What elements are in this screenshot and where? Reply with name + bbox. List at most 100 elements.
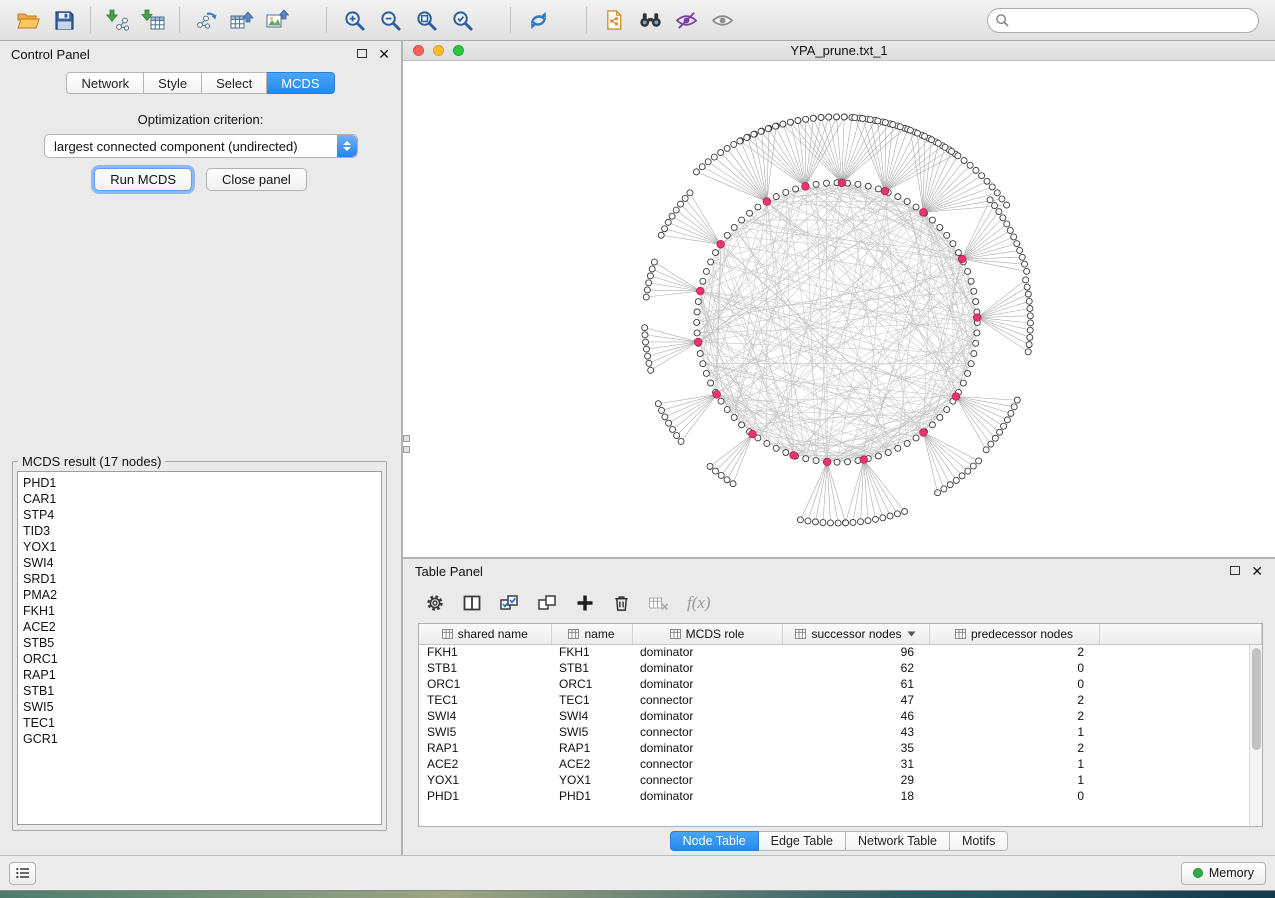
table-cell[interactable]: 43 — [782, 724, 929, 740]
table-cell[interactable]: SWI4 — [551, 708, 632, 724]
column-header-mcds-role[interactable]: MCDS role — [632, 624, 782, 644]
table-cell[interactable]: TEC1 — [419, 692, 551, 708]
table-row[interactable]: TEC1TEC1connector472 — [419, 692, 1262, 708]
float-panel-icon[interactable] — [1230, 562, 1240, 580]
search-network-icon[interactable] — [632, 4, 668, 36]
table-cell[interactable]: dominator — [632, 740, 782, 756]
list-item[interactable]: GCR1 — [23, 731, 381, 747]
export-table-icon[interactable] — [224, 4, 260, 36]
column-header-name[interactable]: name — [551, 624, 632, 644]
table-cell[interactable]: STB1 — [551, 660, 632, 676]
list-item[interactable]: PHD1 — [23, 475, 381, 491]
table-cell[interactable]: STB1 — [419, 660, 551, 676]
table-cell[interactable]: 31 — [782, 756, 929, 772]
list-item[interactable]: SWI5 — [23, 699, 381, 715]
export-image-icon[interactable] — [260, 4, 296, 36]
tab-motifs[interactable]: Motifs — [950, 831, 1008, 851]
show-columns-icon[interactable] — [462, 593, 482, 613]
table-cell[interactable]: FKH1 — [419, 644, 551, 660]
table-cell[interactable]: 18 — [782, 788, 929, 804]
table-row[interactable]: ORC1ORC1dominator610 — [419, 676, 1262, 692]
table-cell[interactable]: 47 — [782, 692, 929, 708]
close-panel-icon[interactable]: ✕ — [378, 49, 390, 59]
refresh-icon[interactable] — [520, 4, 556, 36]
table-cell[interactable] — [1099, 676, 1262, 692]
table-cell[interactable]: 29 — [782, 772, 929, 788]
select-all-icon[interactable] — [499, 593, 520, 613]
table-cell[interactable]: dominator — [632, 788, 782, 804]
list-item[interactable]: CAR1 — [23, 491, 381, 507]
status-menu-button[interactable] — [9, 862, 36, 885]
delete-row-icon[interactable] — [612, 593, 631, 613]
list-item[interactable]: RAP1 — [23, 667, 381, 683]
table-cell[interactable] — [1099, 692, 1262, 708]
list-item[interactable]: FKH1 — [23, 603, 381, 619]
table-cell[interactable] — [1099, 660, 1262, 676]
table-row[interactable]: RAP1RAP1dominator352 — [419, 740, 1262, 756]
table-cell[interactable]: 1 — [929, 772, 1099, 788]
table-cell[interactable]: YOX1 — [551, 772, 632, 788]
table-cell[interactable]: 35 — [782, 740, 929, 756]
table-cell[interactable]: 61 — [782, 676, 929, 692]
zoom-out-icon[interactable] — [372, 4, 408, 36]
table-cell[interactable] — [1099, 708, 1262, 724]
table-cell[interactable]: ACE2 — [419, 756, 551, 772]
list-item[interactable]: ACE2 — [23, 619, 381, 635]
search-input[interactable] — [987, 8, 1259, 33]
close-panel-button[interactable]: Close panel — [206, 168, 307, 191]
list-item[interactable]: SWI4 — [23, 555, 381, 571]
table-cell[interactable] — [1099, 644, 1262, 660]
table-cell[interactable]: RAP1 — [419, 740, 551, 756]
table-scrollbar-thumb[interactable] — [1252, 648, 1261, 750]
list-item[interactable]: TID3 — [23, 523, 381, 539]
splitter-grip[interactable] — [403, 435, 411, 457]
list-item[interactable]: YOX1 — [23, 539, 381, 555]
table-cell[interactable]: ACE2 — [551, 756, 632, 772]
table-cell[interactable]: RAP1 — [551, 740, 632, 756]
table-cell[interactable]: 46 — [782, 708, 929, 724]
tab-select[interactable]: Select — [202, 72, 267, 94]
table-cell[interactable] — [1099, 724, 1262, 740]
hide-selected-icon[interactable] — [668, 4, 704, 36]
network-canvas[interactable] — [403, 61, 1275, 557]
table-cell[interactable]: dominator — [632, 644, 782, 660]
table-cell[interactable]: connector — [632, 772, 782, 788]
table-cell[interactable]: 0 — [929, 676, 1099, 692]
table-cell[interactable]: YOX1 — [419, 772, 551, 788]
list-item[interactable]: STP4 — [23, 507, 381, 523]
table-cell[interactable]: PHD1 — [551, 788, 632, 804]
network-canvas-svg[interactable] — [403, 61, 1275, 557]
table-cell[interactable]: ORC1 — [419, 676, 551, 692]
table-cell[interactable]: connector — [632, 724, 782, 740]
import-table-icon[interactable] — [135, 4, 171, 36]
tab-style[interactable]: Style — [144, 72, 202, 94]
table-scrollbar[interactable] — [1249, 645, 1262, 826]
table-cell[interactable]: dominator — [632, 676, 782, 692]
table-cell[interactable]: 96 — [782, 644, 929, 660]
export-network-icon[interactable] — [188, 4, 224, 36]
float-panel-icon[interactable] — [357, 45, 367, 63]
table-settings-icon[interactable] — [425, 593, 445, 613]
table-row[interactable]: SWI4SWI4dominator462 — [419, 708, 1262, 724]
table-cell[interactable]: TEC1 — [551, 692, 632, 708]
table-row[interactable]: SWI5SWI5connector431 — [419, 724, 1262, 740]
table-cell[interactable]: SWI5 — [419, 724, 551, 740]
table-cell[interactable]: ORC1 — [551, 676, 632, 692]
table-cell[interactable]: 2 — [929, 708, 1099, 724]
table-cell[interactable]: FKH1 — [551, 644, 632, 660]
import-network-icon[interactable] — [99, 4, 135, 36]
table-cell[interactable] — [1099, 772, 1262, 788]
table-cell[interactable]: 1 — [929, 756, 1099, 772]
memory-button[interactable]: Memory — [1181, 862, 1266, 885]
close-panel-icon[interactable]: ✕ — [1251, 566, 1263, 576]
run-mcds-button[interactable]: Run MCDS — [94, 168, 192, 191]
show-all-icon[interactable] — [704, 4, 740, 36]
tab-mcds[interactable]: MCDS — [267, 72, 334, 94]
list-item[interactable]: PMA2 — [23, 587, 381, 603]
minimize-window-icon[interactable] — [433, 45, 444, 56]
table-row[interactable]: YOX1YOX1connector291 — [419, 772, 1262, 788]
table-cell[interactable]: 2 — [929, 740, 1099, 756]
criterion-dropdown[interactable]: largest connected component (undirected) — [44, 134, 358, 158]
table-cell[interactable]: connector — [632, 692, 782, 708]
list-item[interactable]: STB5 — [23, 635, 381, 651]
